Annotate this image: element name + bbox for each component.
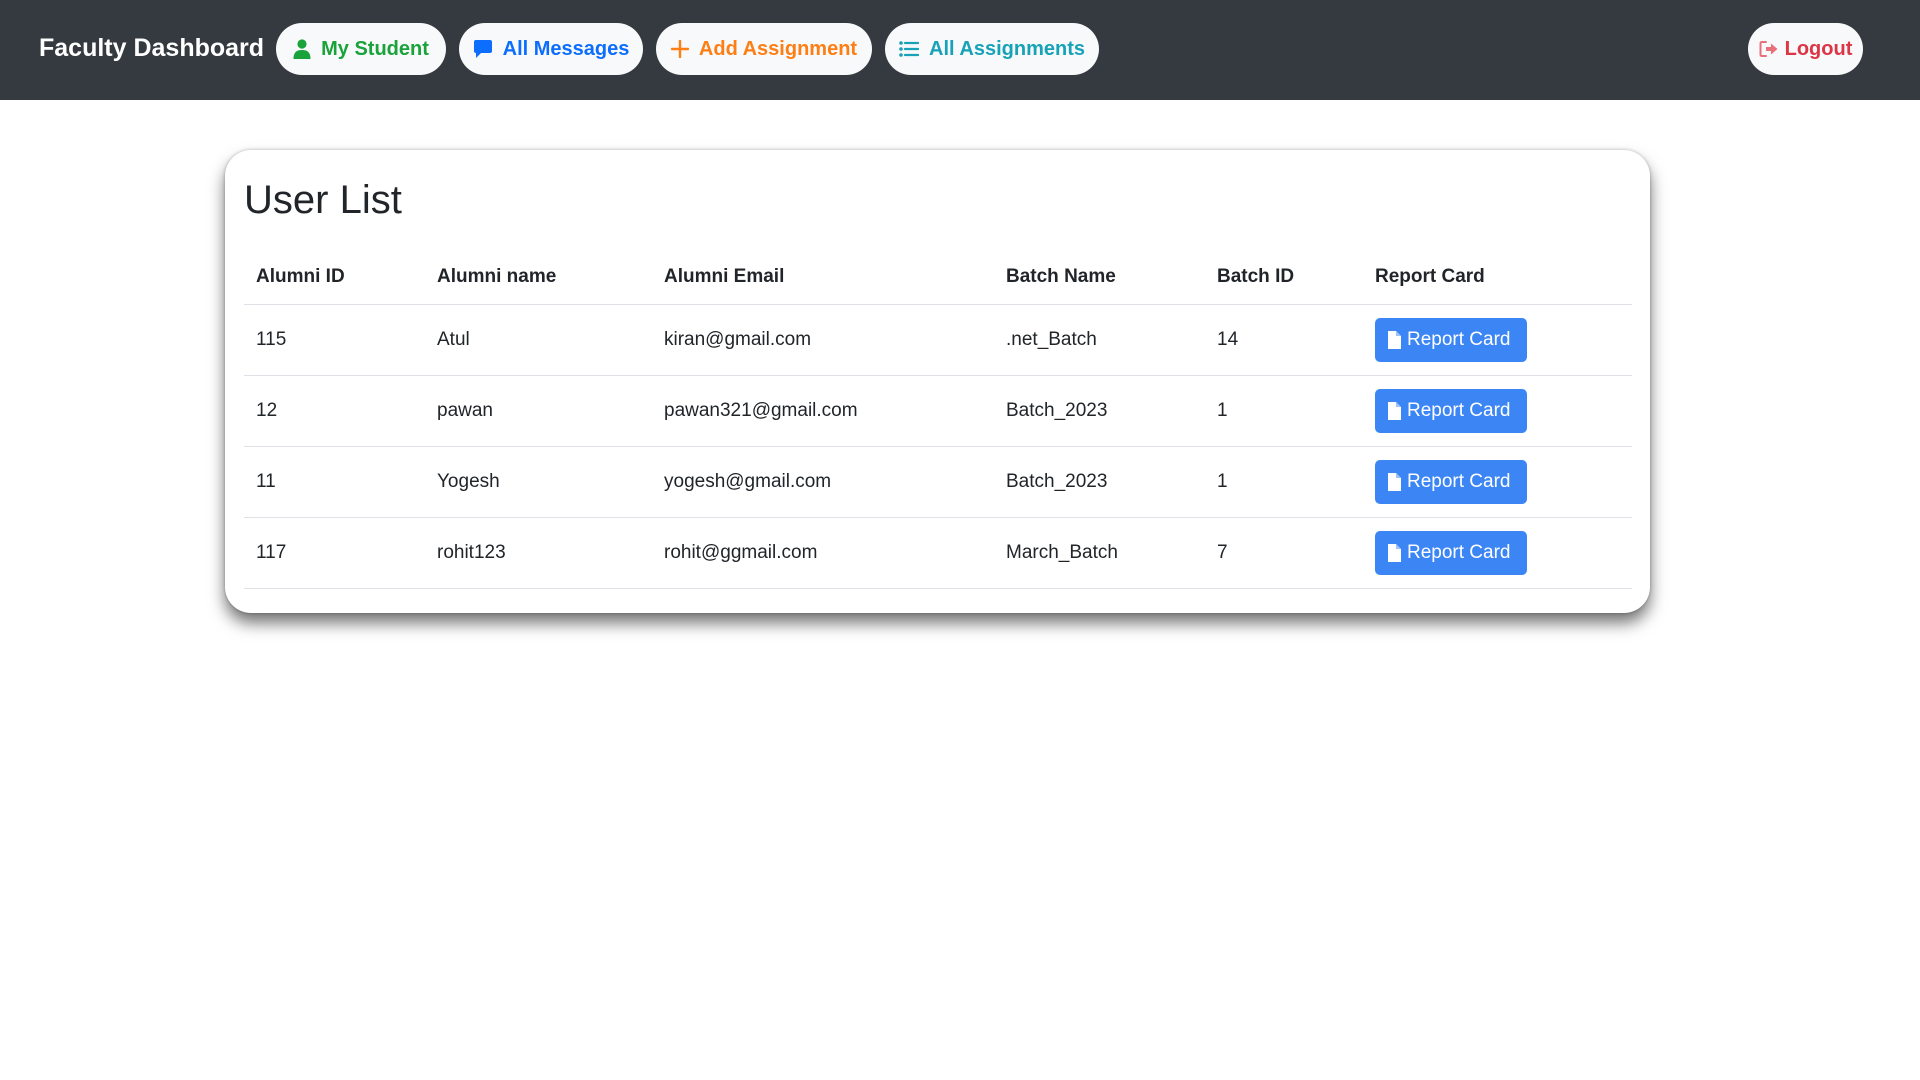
all-assignments-label: All Assignments xyxy=(929,37,1085,60)
logout-label: Logout xyxy=(1784,37,1853,60)
file-icon xyxy=(1388,330,1401,349)
cell-alumni-email: kiran@gmail.com xyxy=(652,304,994,376)
cell-alumni-name: rohit123 xyxy=(425,517,652,589)
cell-alumni-id: 115 xyxy=(244,304,425,376)
logout-button[interactable]: Logout xyxy=(1748,23,1863,75)
user-icon xyxy=(293,39,311,59)
cell-batch-name: .net_Batch xyxy=(994,304,1205,376)
report-card-button[interactable]: Report Card xyxy=(1375,530,1527,575)
table-header-row: Alumni ID Alumni name Alumni Email Batch… xyxy=(244,250,1632,305)
column-header-batch-id: Batch ID xyxy=(1205,250,1363,305)
add-assignment-label: Add Assignment xyxy=(698,37,858,60)
cell-alumni-name: Yogesh xyxy=(425,446,652,518)
cell-batch-id: 1 xyxy=(1205,446,1363,518)
column-header-report-card: Report Card xyxy=(1363,250,1632,305)
cell-alumni-name: pawan xyxy=(425,375,652,447)
page-title: User List xyxy=(244,178,402,222)
cell-batch-id: 1 xyxy=(1205,375,1363,447)
report-card-button-label: Report Card xyxy=(1407,541,1511,563)
cell-batch-name: Batch_2023 xyxy=(994,446,1205,518)
all-messages-button[interactable]: All Messages xyxy=(459,23,643,75)
logout-icon xyxy=(1759,41,1778,57)
cell-report-card: Report Card xyxy=(1363,446,1632,518)
column-header-alumni-email: Alumni Email xyxy=(652,250,994,305)
user-list-card: User List Alumni ID Alumni name Alumni E… xyxy=(225,150,1650,613)
all-assignments-button[interactable]: All Assignments xyxy=(885,23,1099,75)
report-card-button-label: Report Card xyxy=(1407,328,1511,350)
list-icon xyxy=(899,41,920,57)
my-student-button[interactable]: My Student xyxy=(276,23,446,75)
report-card-button[interactable]: Report Card xyxy=(1375,459,1527,504)
cell-alumni-email: yogesh@gmail.com xyxy=(652,446,994,518)
cell-alumni-email: rohit@ggmail.com xyxy=(652,517,994,589)
column-header-alumni-id: Alumni ID xyxy=(244,250,425,305)
my-student-label: My Student xyxy=(321,37,429,60)
cell-alumni-id: 11 xyxy=(244,446,425,518)
cell-batch-id: 7 xyxy=(1205,517,1363,589)
message-icon xyxy=(473,40,492,58)
table-row: 117 rohit123 rohit@ggmail.com March_Batc… xyxy=(244,517,1632,589)
cell-report-card: Report Card xyxy=(1363,375,1632,447)
all-messages-label: All Messages xyxy=(502,37,630,60)
column-header-batch-name: Batch Name xyxy=(994,250,1205,305)
file-icon xyxy=(1388,543,1401,562)
cell-alumni-email: pawan321@gmail.com xyxy=(652,375,994,447)
plus-icon xyxy=(670,40,689,58)
cell-batch-name: Batch_2023 xyxy=(994,375,1205,447)
table-row: 115 Atul kiran@gmail.com .net_Batch 14 R… xyxy=(244,304,1632,376)
cell-batch-id: 14 xyxy=(1205,304,1363,376)
add-assignment-button[interactable]: Add Assignment xyxy=(656,23,872,75)
user-table: Alumni ID Alumni name Alumni Email Batch… xyxy=(244,250,1632,589)
file-icon xyxy=(1388,401,1401,420)
column-header-alumni-name: Alumni name xyxy=(425,250,652,305)
report-card-button-label: Report Card xyxy=(1407,399,1511,421)
report-card-button[interactable]: Report Card xyxy=(1375,317,1527,362)
file-icon xyxy=(1388,472,1401,491)
table-row: 12 pawan pawan321@gmail.com Batch_2023 1… xyxy=(244,375,1632,447)
report-card-button-label: Report Card xyxy=(1407,470,1511,492)
cell-alumni-id: 117 xyxy=(244,517,425,589)
cell-alumni-id: 12 xyxy=(244,375,425,447)
table-row: 11 Yogesh yogesh@gmail.com Batch_2023 1 … xyxy=(244,446,1632,518)
navbar-brand[interactable]: Faculty Dashboard xyxy=(39,34,264,63)
cell-alumni-name: Atul xyxy=(425,304,652,376)
top-navbar: Faculty Dashboard My Student All Message… xyxy=(0,0,1920,100)
cell-report-card: Report Card xyxy=(1363,517,1632,589)
cell-batch-name: March_Batch xyxy=(994,517,1205,589)
report-card-button[interactable]: Report Card xyxy=(1375,388,1527,433)
cell-report-card: Report Card xyxy=(1363,304,1632,376)
